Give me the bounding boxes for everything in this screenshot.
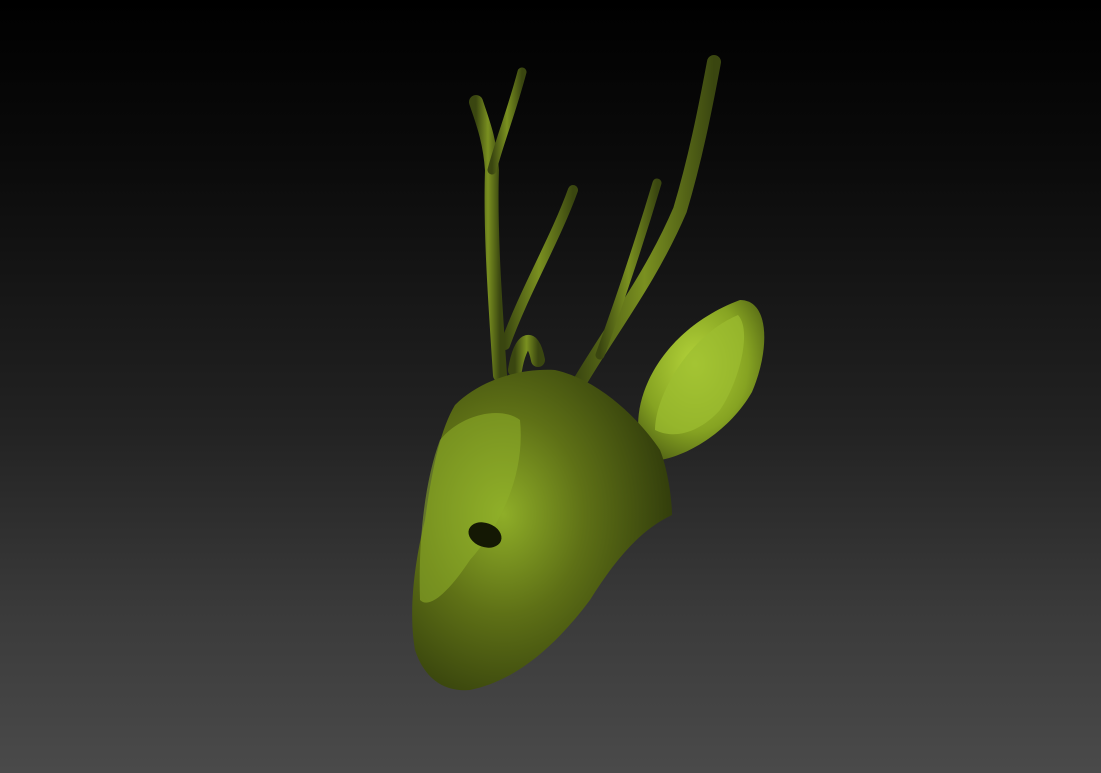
left-antler <box>469 67 578 382</box>
3d-viewport[interactable] <box>0 0 1101 773</box>
deer-head-model <box>412 55 765 691</box>
